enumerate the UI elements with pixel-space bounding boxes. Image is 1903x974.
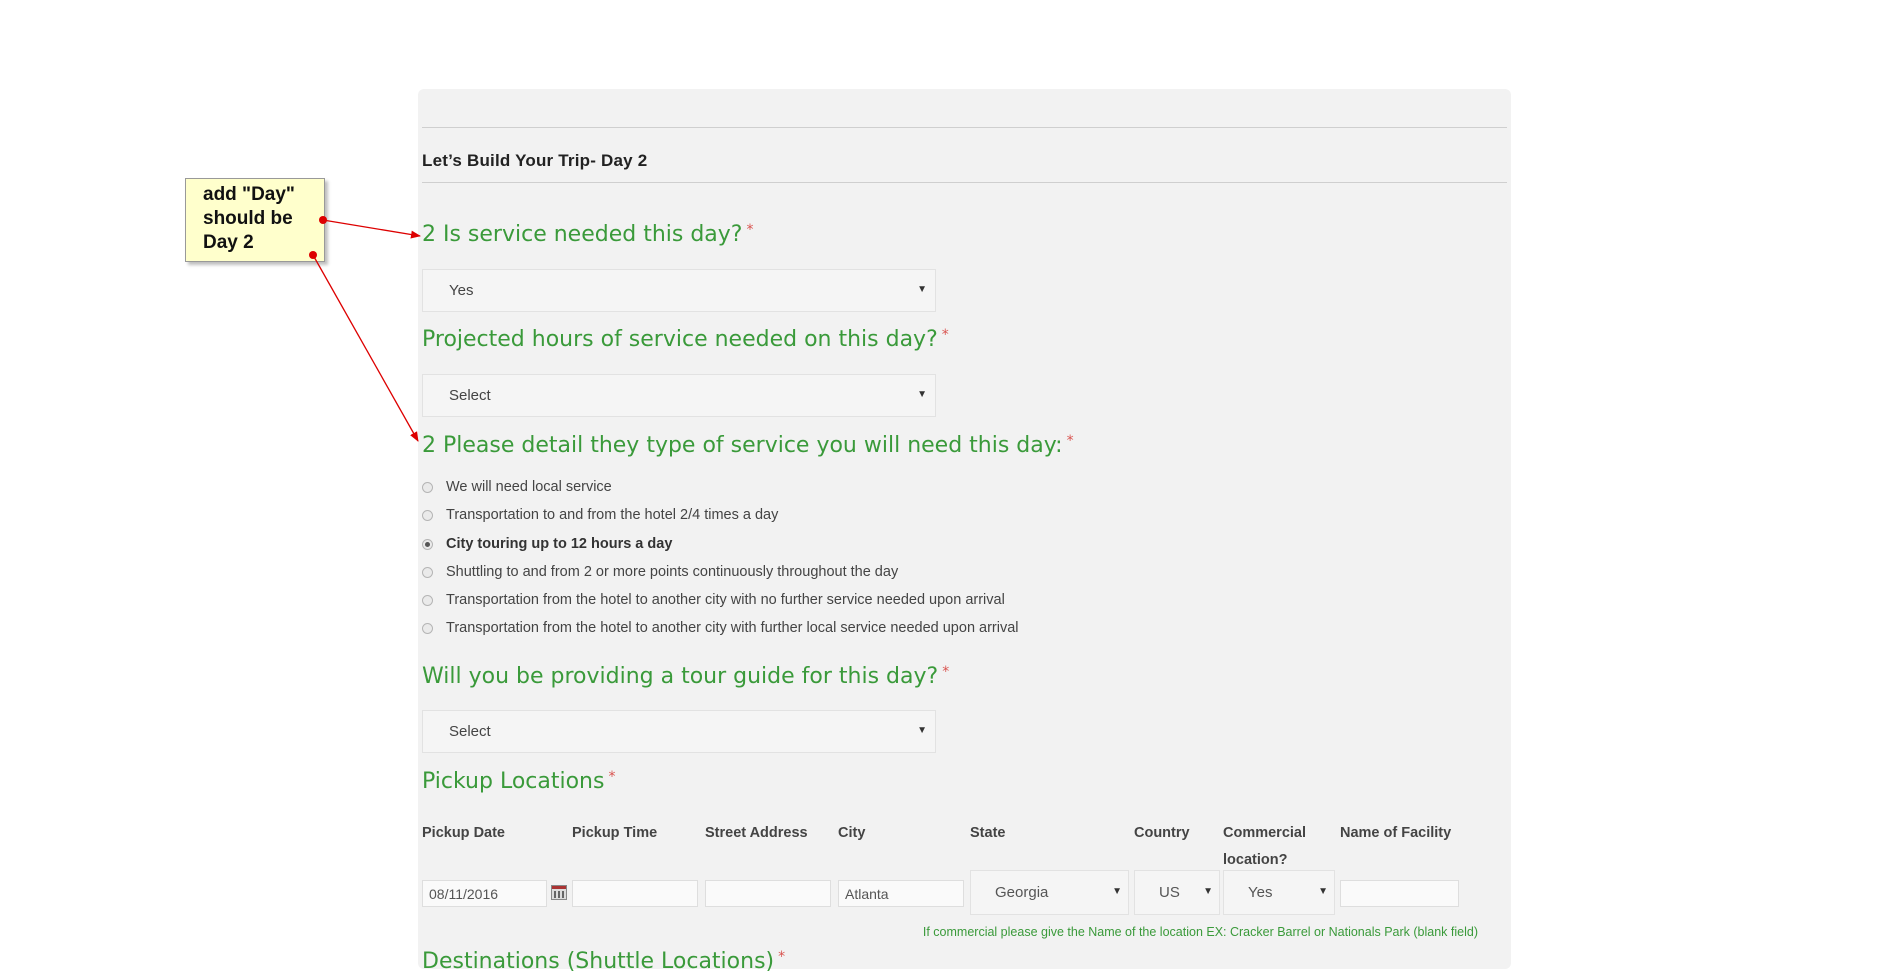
question-label: 2 Please detail they type of service you…: [422, 433, 1063, 458]
section-title: Let’s Build Your Trip- Day 2: [422, 151, 648, 170]
question-tour-guide: Will you be providing a tour guide for t…: [422, 664, 949, 689]
required-marker: *: [942, 664, 950, 680]
radio-button[interactable]: [422, 622, 433, 634]
required-marker: *: [941, 327, 949, 343]
callout-line: Day 2: [203, 232, 254, 253]
question-label: Will you be providing a tour guide for t…: [422, 664, 939, 689]
pickup-date-input[interactable]: 08/11/2016: [422, 880, 547, 907]
title-divider: [422, 182, 1507, 183]
option-label: City touring up to 12 hours a day: [446, 536, 673, 552]
question-projected-hours: Projected hours of service needed on thi…: [422, 327, 949, 352]
caret-down-icon: ▼: [1112, 886, 1122, 897]
form-panel: Let’s Build Your Trip- Day 2 2 Is servic…: [418, 89, 1511, 974]
required-marker: *: [778, 949, 786, 965]
column-header-facility-name: Name of Facility: [1340, 825, 1452, 841]
column-header-city: City: [838, 825, 866, 841]
radio-button-checked[interactable]: [422, 538, 433, 550]
commercial-help-note: If commercial please give the Name of th…: [922, 925, 1478, 939]
select-value: Select: [449, 387, 491, 404]
select-value: US: [1159, 884, 1180, 901]
calendar-icon[interactable]: [551, 885, 567, 900]
input-value: 08/11/2016: [429, 885, 499, 902]
radio-button[interactable]: [422, 481, 433, 493]
column-header-state: State: [970, 825, 1006, 841]
select-value: Select: [449, 723, 491, 740]
service-type-option[interactable]: Shuttling to and from 2 or more points c…: [422, 562, 898, 582]
question-label: 2 Is service needed this day?: [422, 222, 743, 247]
top-divider: [422, 127, 1507, 128]
arrow-to-question-service-type: [312, 254, 419, 442]
state-select[interactable]: Georgia ▼: [970, 870, 1129, 915]
select-value: Yes: [449, 282, 474, 299]
city-input[interactable]: Atlanta: [838, 880, 964, 907]
caret-down-icon: ▼: [917, 725, 927, 736]
required-marker: *: [1066, 433, 1074, 449]
required-marker: *: [746, 222, 754, 238]
tour-guide-select[interactable]: Select ▼: [422, 710, 936, 753]
commercial-location-select[interactable]: Yes ▼: [1223, 870, 1335, 915]
caret-down-icon: ▼: [917, 389, 927, 400]
pickup-locations-heading: Pickup Locations *: [422, 769, 615, 794]
annotation-callout: add "Day" should be Day 2: [185, 178, 325, 262]
input-value: Atlanta: [845, 885, 889, 902]
question-service-needed: 2 Is service needed this day? *: [422, 222, 753, 247]
service-type-option[interactable]: We will need local service: [422, 477, 612, 497]
column-header-street-address: Street Address: [705, 825, 808, 841]
callout-line: add "Day": [203, 184, 295, 205]
radio-button[interactable]: [422, 566, 433, 578]
select-value: Yes: [1248, 884, 1273, 901]
service-type-option[interactable]: Transportation from the hotel to another…: [422, 590, 1005, 610]
column-header-country: Country: [1134, 825, 1190, 841]
column-header-pickup-time: Pickup Time: [572, 825, 658, 841]
street-address-input[interactable]: [705, 880, 831, 907]
caret-down-icon: ▼: [1203, 886, 1213, 897]
option-label: Transportation from the hotel to another…: [446, 620, 1019, 636]
select-value: Georgia: [995, 884, 1049, 901]
section-label: Pickup Locations: [422, 769, 605, 794]
destinations-heading: Destinations (Shuttle Locations) *: [422, 949, 785, 974]
pickup-time-input[interactable]: [572, 880, 698, 907]
radio-button[interactable]: [422, 509, 433, 521]
arrow-to-question-service: [322, 219, 421, 239]
facility-name-input[interactable]: [1340, 880, 1459, 907]
projected-hours-select[interactable]: Select ▼: [422, 374, 936, 417]
option-label: We will need local service: [446, 479, 612, 495]
option-label: Shuttling to and from 2 or more points c…: [446, 564, 899, 580]
radio-button[interactable]: [422, 594, 433, 606]
required-marker: *: [608, 769, 616, 785]
caret-down-icon: ▼: [917, 284, 927, 295]
option-label: Transportation to and from the hotel 2/4…: [446, 507, 779, 523]
service-type-option[interactable]: Transportation to and from the hotel 2/4…: [422, 505, 778, 525]
service-type-option[interactable]: Transportation from the hotel to another…: [422, 618, 1019, 638]
caret-down-icon: ▼: [1318, 886, 1328, 897]
country-select[interactable]: US ▼: [1134, 870, 1220, 915]
section-label: Destinations (Shuttle Locations): [422, 949, 775, 974]
question-service-type: 2 Please detail they type of service you…: [422, 433, 1074, 458]
column-header-commercial-location: Commercial location?: [1223, 825, 1307, 868]
service-needed-select[interactable]: Yes ▼: [422, 269, 936, 312]
column-header-pickup-date: Pickup Date: [422, 825, 505, 841]
service-type-option-selected[interactable]: City touring up to 12 hours a day: [422, 534, 672, 554]
question-label: Projected hours of service needed on thi…: [422, 327, 938, 352]
callout-line: should be: [203, 208, 293, 229]
option-label: Transportation from the hotel to another…: [446, 592, 1005, 608]
